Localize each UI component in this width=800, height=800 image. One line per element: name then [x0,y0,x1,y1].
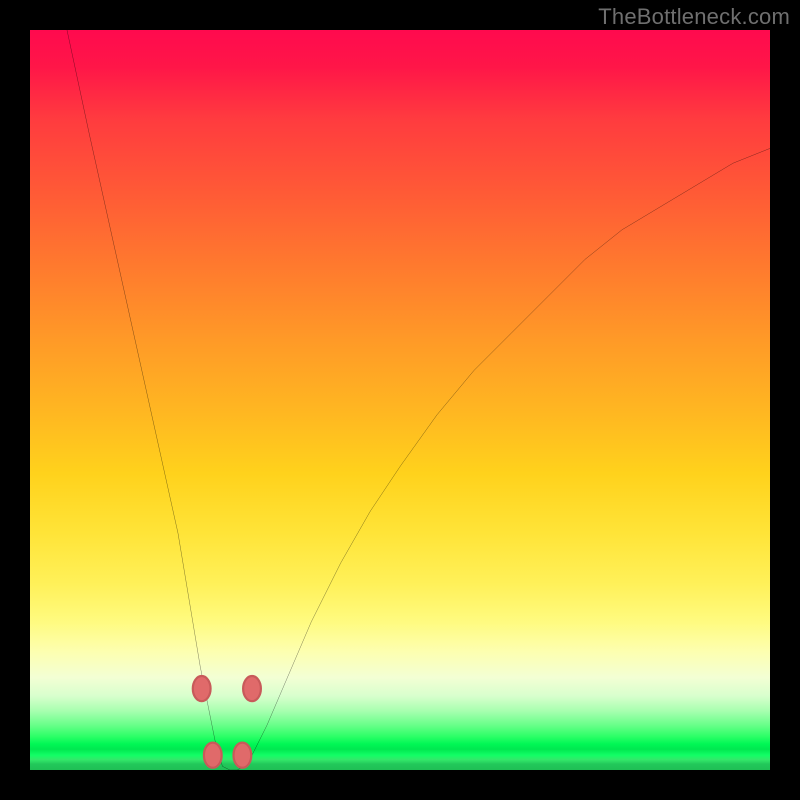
valley-marker [193,676,211,701]
valley-markers [193,676,261,768]
valley-marker [204,743,222,768]
plot-area [30,30,770,770]
valley-marker [234,743,252,768]
chart-frame: TheBottleneck.com [0,0,800,800]
watermark-text: TheBottleneck.com [598,4,790,30]
curve-layer [30,30,770,770]
bottleneck-curve [67,30,770,770]
valley-marker [243,676,261,701]
